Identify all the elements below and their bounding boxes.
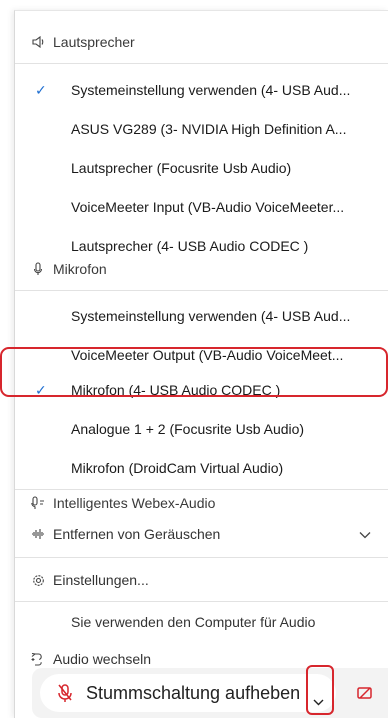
check-icon: ✓ [35,381,47,398]
speaker-section-title: Lautsprecher [53,34,135,50]
mic-option-selected[interactable]: Mikrofon (4- USB Audio CODEC ) [71,375,381,405]
noise-removal-dropdown[interactable]: Entfernen von Geräuschen [31,519,388,549]
speaker-option-label: Lautsprecher (4- USB Audio CODEC ) [71,238,309,254]
audio-options-dropdown-button[interactable] [305,690,331,714]
meeting-controls-bar: Stummschaltung aufheben [32,668,388,718]
speaker-option[interactable]: Systemeinstellung verwenden (4- USB Aud.… [71,75,381,105]
noise-wave-icon [31,528,45,540]
chevron-down-icon [359,527,371,542]
settings-item[interactable]: Einstellungen... [31,565,149,595]
mic-section-header: Mikrofon [31,254,107,284]
mic-option-label: Mikrofon (DroidCam Virtual Audio) [71,460,284,476]
speaker-option[interactable]: Lautsprecher (Focusrite Usb Audio) [71,153,381,183]
divider [15,63,388,64]
mic-section-title: Mikrofon [53,261,107,277]
muted-microphone-icon [54,683,76,703]
speaker-option[interactable]: ASUS VG289 (3- NVIDIA High Definition A.… [71,114,381,144]
mic-option[interactable]: Analogue 1 + 2 (Focusrite Usb Audio) [71,414,381,444]
switch-audio-icon [31,652,45,666]
unmute-label: Stummschaltung aufheben [86,682,301,703]
computer-audio-note: Sie verwenden den Computer für Audio [71,607,315,637]
mic-option-label: Mikrofon (4- USB Audio CODEC ) [71,382,281,398]
mic-option[interactable]: VoiceMeeter Output (VB-Audio VoiceMeet..… [71,340,381,370]
mic-option-label: Systemeinstellung verwenden (4- USB Aud.… [71,308,351,324]
mic-option-label: VoiceMeeter Output (VB-Audio VoiceMeet..… [71,347,344,363]
speaker-option-label: ASUS VG289 (3- NVIDIA High Definition A.… [71,121,347,137]
mic-option[interactable]: Mikrofon (DroidCam Virtual Audio) [71,453,381,483]
gear-icon [31,574,45,587]
noise-removal-label: Entfernen von Geräuschen [53,526,221,542]
mic-option[interactable]: Systemeinstellung verwenden (4- USB Aud.… [71,301,381,331]
audio-menu-panel: Lautsprecher ✓ Systemeinstellung verwend… [14,10,388,718]
speaker-icon [31,36,45,48]
switch-audio-label: Audio wechseln [53,651,152,667]
computer-audio-note-text: Sie verwenden den Computer für Audio [71,614,316,630]
check-icon: ✓ [35,81,47,98]
speaker-option[interactable]: Lautsprecher (4- USB Audio CODEC ) [71,231,381,261]
divider [15,557,388,558]
intelligent-audio-icon [31,496,45,510]
speaker-option-label: Systemeinstellung verwenden (4- USB Aud.… [71,82,351,98]
divider [15,290,388,291]
microphone-icon [31,262,45,276]
mic-option-label: Analogue 1 + 2 (Focusrite Usb Audio) [71,421,305,437]
settings-label: Einstellungen... [53,572,149,588]
intelligent-audio-label: Intelligentes Webex-Audio [53,495,216,511]
video-off-icon[interactable] [355,683,375,703]
speaker-option-label: VoiceMeeter Input (VB-Audio VoiceMeeter.… [71,199,345,215]
divider [15,601,388,602]
intelligent-audio-header: Intelligentes Webex-Audio [31,488,215,518]
unmute-button[interactable]: Stummschaltung aufheben [40,674,336,712]
speaker-option[interactable]: VoiceMeeter Input (VB-Audio VoiceMeeter.… [71,192,381,222]
speaker-option-label: Lautsprecher (Focusrite Usb Audio) [71,160,292,176]
speaker-section-header: Lautsprecher [31,27,135,57]
chevron-down-icon [313,699,323,705]
